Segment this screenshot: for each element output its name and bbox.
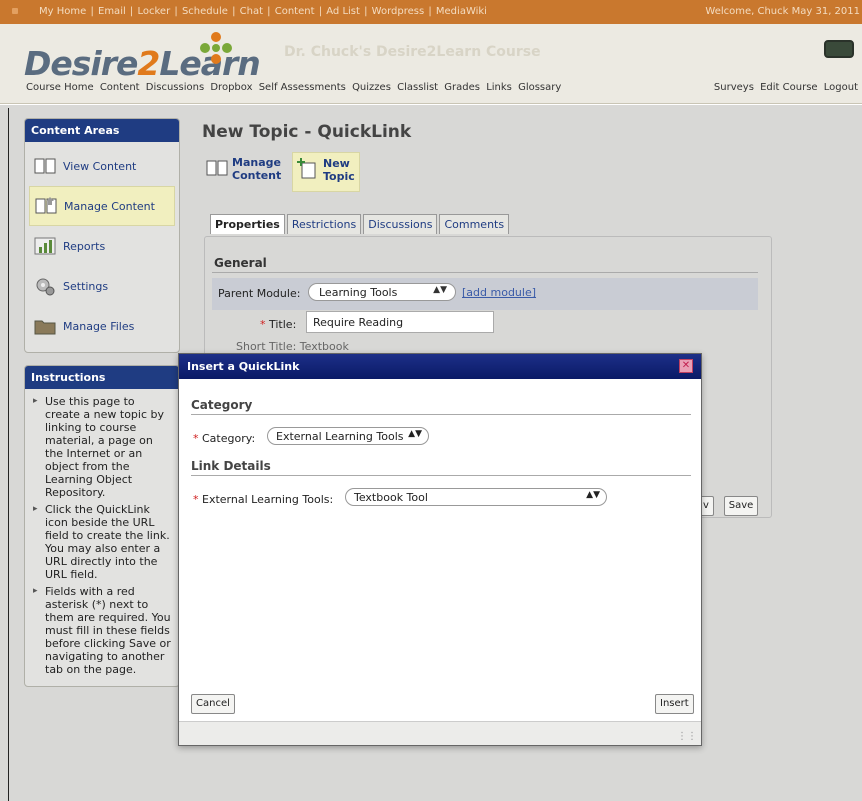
manage-content-action[interactable]: Manage Content xyxy=(202,152,285,192)
divider xyxy=(191,414,691,415)
sidebar-item-label: View Content xyxy=(63,159,137,173)
top-link-ad-list[interactable]: Ad List xyxy=(326,6,360,17)
page-border xyxy=(8,108,9,801)
sidebar-item-reports[interactable]: Reports xyxy=(29,226,175,266)
top-link-mediawiki[interactable]: MediaWiki xyxy=(436,6,487,17)
divider xyxy=(191,475,691,476)
sidebar-item-label: Manage Files xyxy=(63,319,135,333)
tabs: Properties Restrictions Discussions Comm… xyxy=(210,214,511,234)
dialog-title: Insert a QuickLink xyxy=(187,360,300,373)
action-label: Manage xyxy=(232,156,281,169)
course-nav-grades[interactable]: Grades xyxy=(444,82,480,93)
parent-module-select[interactable]: Learning Tools ▲▼ xyxy=(308,283,456,301)
sidebar-item-manage-files[interactable]: Manage Files xyxy=(29,306,175,346)
sidebar-item-label: Reports xyxy=(63,239,106,253)
right-nav-edit-course[interactable]: Edit Course xyxy=(760,82,817,93)
welcome-text: Welcome, Chuck May 31, 2011 xyxy=(705,6,860,17)
instructions-heading: Instructions xyxy=(25,366,179,389)
tab-discussions[interactable]: Discussions xyxy=(363,214,438,234)
course-nav-content[interactable]: Content xyxy=(100,82,140,93)
instructions-panel: Instructions Use this page to create a n… xyxy=(24,365,180,687)
tab-properties[interactable]: Properties xyxy=(210,214,285,234)
content-areas-heading: Content Areas xyxy=(25,119,179,142)
top-link-wordpress[interactable]: Wordpress xyxy=(372,6,425,17)
top-nav-links: My Home | Email | Locker | Schedule | Ch… xyxy=(39,6,487,17)
instruction-item: Use this page to create a new topic by l… xyxy=(31,395,173,499)
right-nav: Surveys Edit Course Logout xyxy=(711,82,858,93)
course-nav-self-assessments[interactable]: Self Assessments xyxy=(259,82,346,93)
manage-book-icon xyxy=(206,160,228,176)
link-details-heading: Link Details xyxy=(191,459,271,473)
new-topic-action[interactable]: New Topic xyxy=(292,152,360,192)
course-nav-classlist[interactable]: Classlist xyxy=(397,82,438,93)
cancel-button[interactable]: Cancel xyxy=(191,694,235,714)
close-icon[interactable]: ✕ xyxy=(679,359,693,373)
gear-icon xyxy=(36,278,55,296)
parent-module-label: Parent Module: xyxy=(218,287,301,300)
insert-quicklink-dialog: Insert a QuickLink ✕ Category * Category… xyxy=(178,353,702,746)
instruction-item: Fields with a red asterisk (*) next to t… xyxy=(31,585,173,676)
chart-icon xyxy=(34,237,56,255)
sidebar-item-settings[interactable]: Settings xyxy=(29,266,175,306)
header-widget-icon[interactable] xyxy=(824,40,854,58)
dialog-footer: ⋮⋮ xyxy=(179,721,701,745)
add-module-link[interactable]: [add module] xyxy=(462,286,536,299)
select-arrow-icon: ▲▼ xyxy=(586,490,600,500)
course-nav-discussions[interactable]: Discussions xyxy=(146,82,204,93)
title-label: * Title: xyxy=(260,318,297,331)
course-nav-home[interactable]: Course Home xyxy=(26,82,94,93)
logo-flower-icon xyxy=(200,32,232,64)
action-label: Content xyxy=(232,169,282,182)
category-label: * Category: xyxy=(193,432,256,445)
select-arrow-icon: ▲▼ xyxy=(408,429,422,439)
course-nav-quizzes[interactable]: Quizzes xyxy=(352,82,391,93)
category-select[interactable]: External Learning Tools ▲▼ xyxy=(267,427,429,445)
right-nav-surveys[interactable]: Surveys xyxy=(714,82,754,93)
select-arrow-icon: ▲▼ xyxy=(433,285,447,295)
action-label: New xyxy=(323,157,350,170)
dialog-title-bar: Insert a QuickLink ✕ xyxy=(179,354,701,379)
sidebar-item-manage-content[interactable]: Manage Content xyxy=(29,186,175,226)
book-icon xyxy=(34,158,56,174)
instruction-item: Click the QuickLink icon beside the URL … xyxy=(31,503,173,581)
general-heading: General xyxy=(214,256,267,270)
course-title: Dr. Chuck's Desire2Learn Course xyxy=(284,44,541,60)
top-link-schedule[interactable]: Schedule xyxy=(182,6,228,17)
top-link-email[interactable]: Email xyxy=(98,6,126,17)
tab-comments[interactable]: Comments xyxy=(439,214,510,234)
external-learning-tools-select[interactable]: Textbook Tool ▲▼ xyxy=(345,488,607,506)
resize-grip-icon[interactable]: ⋮⋮ xyxy=(677,731,697,742)
sidebar-item-label: Settings xyxy=(63,279,109,293)
top-link-content[interactable]: Content xyxy=(275,6,315,17)
content-areas-panel: Content Areas View Content Manage Conten… xyxy=(24,118,180,353)
tab-restrictions[interactable]: Restrictions xyxy=(286,214,362,234)
action-label: Topic xyxy=(323,170,355,183)
course-nav-links[interactable]: Links xyxy=(486,82,512,93)
top-link-locker[interactable]: Locker xyxy=(137,6,170,17)
title-input[interactable]: Require Reading xyxy=(306,311,494,333)
manage-book-icon xyxy=(35,197,57,214)
sidebar-item-view-content[interactable]: View Content xyxy=(29,146,175,186)
top-link-chat[interactable]: Chat xyxy=(240,6,263,17)
course-nav: Course Home Content Discussions Dropbox … xyxy=(26,82,564,93)
sidebar-item-label: Manage Content xyxy=(64,199,155,213)
menu-icon[interactable] xyxy=(12,8,18,14)
save-button[interactable]: Save xyxy=(724,496,758,516)
insert-button[interactable]: Insert xyxy=(655,694,694,714)
course-nav-glossary[interactable]: Glossary xyxy=(518,82,561,93)
divider xyxy=(212,272,758,273)
sidebar: Content Areas View Content Manage Conten… xyxy=(24,118,180,687)
page-title: New Topic - QuickLink xyxy=(202,122,412,142)
short-title-row: Short Title: Textbook xyxy=(236,340,349,353)
folder-icon xyxy=(34,320,56,335)
category-heading: Category xyxy=(191,398,253,412)
new-topic-icon xyxy=(297,158,316,179)
top-navbar: My Home | Email | Locker | Schedule | Ch… xyxy=(0,0,862,24)
course-nav-dropbox[interactable]: Dropbox xyxy=(210,82,252,93)
external-learning-tools-label: * External Learning Tools: xyxy=(193,493,334,506)
top-link-my-home[interactable]: My Home xyxy=(39,6,86,17)
header: Desire2Learn Dr. Chuck's Desire2Learn Co… xyxy=(0,24,862,104)
right-nav-logout[interactable]: Logout xyxy=(824,82,858,93)
